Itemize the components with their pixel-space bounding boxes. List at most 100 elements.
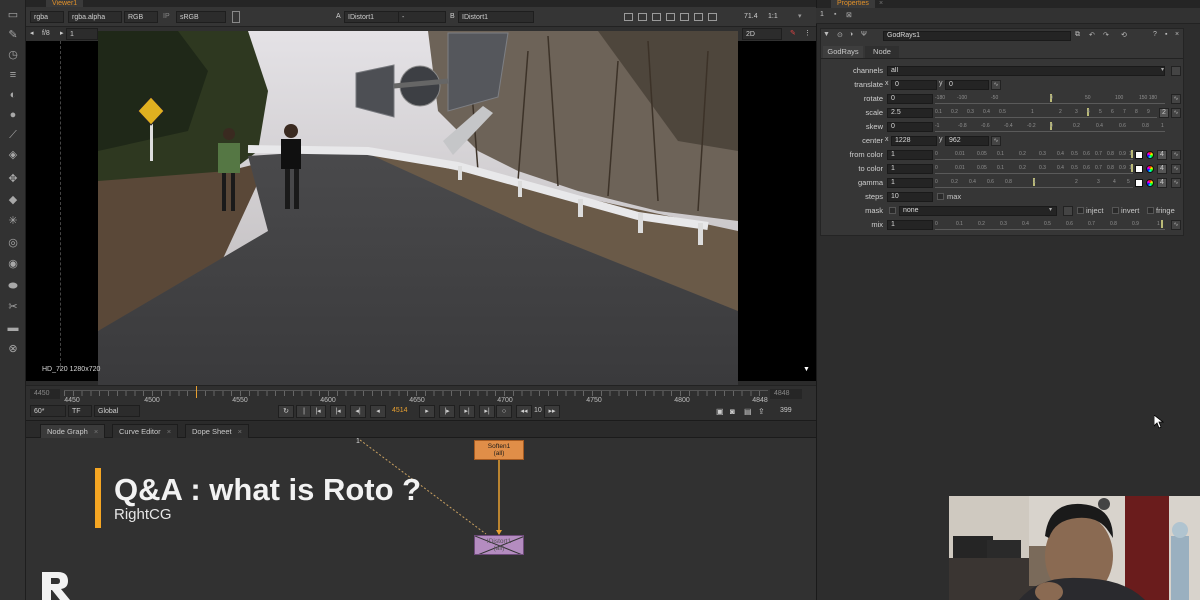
soften-node[interactable]: Soften1 (all) bbox=[474, 440, 524, 460]
image-tool-icon[interactable]: ▭ bbox=[6, 8, 20, 22]
toolsets-tool-icon[interactable]: ✂ bbox=[6, 300, 20, 314]
animation-curve-icon[interactable]: ∿ bbox=[991, 136, 1001, 146]
channels-menu-button[interactable] bbox=[1171, 66, 1181, 76]
next-fstop-icon[interactable]: ▸ bbox=[60, 28, 64, 40]
channel-tool-icon[interactable]: ≡ bbox=[6, 68, 20, 82]
channel-count-button[interactable]: 4 bbox=[1157, 150, 1167, 160]
max-checkbox[interactable] bbox=[937, 193, 944, 200]
gamma-slider[interactable]: 0 0.2 0.4 0.6 0.8 1 2 3 4 5 bbox=[935, 178, 1133, 188]
first-frame-icon[interactable]: |◂ bbox=[310, 405, 326, 418]
current-frame[interactable]: 4514 bbox=[392, 407, 408, 414]
inject-checkbox[interactable] bbox=[1077, 207, 1084, 214]
step-back-icon[interactable]: ◂◂ bbox=[516, 405, 532, 418]
fringe-checkbox[interactable] bbox=[1147, 207, 1154, 214]
idistort-node[interactable]: IDistort1 (all) bbox=[474, 535, 524, 555]
undo-icon[interactable]: ↶ bbox=[1089, 31, 1095, 39]
playhead[interactable] bbox=[196, 386, 197, 398]
play-reverse-icon[interactable]: ◂ bbox=[370, 405, 386, 418]
animation-curve-icon[interactable]: ∿ bbox=[1171, 178, 1181, 188]
fstop-value[interactable]: f/8 bbox=[42, 28, 50, 40]
close-icon[interactable]: × bbox=[238, 427, 242, 436]
other-tool-icon[interactable]: ▬ bbox=[6, 321, 20, 335]
close-icon[interactable]: × bbox=[94, 427, 98, 436]
skew-slider[interactable]: -1 -0.8 -0.6 -0.4 -0.2 0 0.2 0.4 0.6 0.8… bbox=[935, 122, 1165, 132]
scale-field[interactable]: 2.5 bbox=[887, 108, 933, 118]
prev-frame-icon[interactable]: ◂| bbox=[350, 405, 366, 418]
settings-icon[interactable]: ▾ bbox=[798, 11, 802, 23]
channels-dropdown[interactable]: rgba bbox=[30, 11, 64, 23]
furnace-tool-icon[interactable]: ⊗ bbox=[6, 342, 20, 356]
mask-dropdown[interactable]: none bbox=[899, 206, 1057, 216]
tab-dope-sheet[interactable]: Dope Sheet × bbox=[185, 424, 250, 438]
zoom-value[interactable]: 71.4 bbox=[744, 11, 758, 23]
scale-slider[interactable]: 0.1 0.2 0.3 0.4 0.5 1 2 3 4 5 6 7 8 9 bbox=[935, 108, 1157, 118]
deep-tool-icon[interactable]: ◎ bbox=[6, 236, 20, 250]
frame-field[interactable]: 1 bbox=[66, 28, 98, 40]
capture-icon[interactable]: ◙ bbox=[730, 407, 735, 416]
rotate-field[interactable]: 0 bbox=[887, 94, 933, 104]
tab-godrays[interactable]: GodRays bbox=[823, 46, 863, 58]
scope-dropdown[interactable]: Global bbox=[94, 405, 140, 417]
node-name-field[interactable]: GodRays1 bbox=[883, 31, 1071, 41]
clip-warning-icon[interactable] bbox=[666, 13, 675, 21]
viewer-toggle-icon[interactable]: ◑ bbox=[849, 31, 853, 38]
out-point-icon[interactable]: ○ bbox=[496, 405, 512, 418]
lock-panel-icon[interactable]: ▪ bbox=[834, 11, 836, 18]
view-mode-dropdown[interactable]: 2D bbox=[742, 28, 782, 40]
end-frame-field[interactable]: 399 bbox=[780, 407, 792, 414]
mask-checkbox[interactable] bbox=[889, 207, 896, 214]
tab-node[interactable]: Node bbox=[865, 46, 899, 58]
from-color-slider[interactable]: 0 0.01 0.05 0.1 0.2 0.3 0.4 0.5 0.6 0.7 … bbox=[935, 150, 1133, 160]
timeline-ruler[interactable] bbox=[64, 390, 768, 396]
expand-icon[interactable]: ⋮ bbox=[804, 28, 811, 40]
next-key-icon[interactable]: ▸| bbox=[459, 405, 475, 418]
center-x-field[interactable]: 1228 bbox=[891, 136, 937, 146]
animation-curve-icon[interactable]: ∿ bbox=[1171, 164, 1181, 174]
channel-count-button[interactable]: 4 bbox=[1157, 164, 1167, 174]
gamma-swatch[interactable] bbox=[1135, 179, 1143, 187]
from-color-field[interactable]: 1 bbox=[887, 150, 933, 160]
colorspace-dropdown[interactable]: RGB bbox=[124, 11, 158, 23]
flipbook-icon[interactable]: ▣ bbox=[716, 407, 724, 416]
timeline-end-field[interactable]: 4848 bbox=[770, 389, 802, 399]
input-b-dropdown[interactable]: IDistort1 bbox=[458, 11, 534, 23]
filter-tool-icon[interactable]: ● bbox=[6, 108, 20, 122]
timeline-start-field[interactable]: 4450 bbox=[30, 389, 60, 399]
redo-icon[interactable]: ↷ bbox=[1103, 31, 1109, 39]
close-icon[interactable]: × bbox=[167, 427, 171, 436]
help-node-icon[interactable]: Ψ bbox=[861, 31, 867, 38]
translate-x-field[interactable]: 0 bbox=[891, 80, 937, 90]
skew-field[interactable]: 0 bbox=[887, 122, 933, 132]
float-icon[interactable]: ▪ bbox=[1165, 31, 1167, 38]
refresh-icon[interactable] bbox=[680, 13, 689, 21]
color-wheel-icon[interactable] bbox=[1146, 165, 1154, 173]
loop-icon[interactable]: ↻ bbox=[278, 405, 294, 418]
time-tool-icon[interactable]: ◷ bbox=[6, 48, 20, 62]
color-tool-icon[interactable]: ◐ bbox=[6, 88, 20, 102]
properties-tab[interactable]: Properties bbox=[831, 0, 875, 8]
prev-key-icon[interactable]: |◂ bbox=[330, 405, 346, 418]
metadata-tool-icon[interactable]: ⬬ bbox=[6, 279, 20, 293]
gain-icon[interactable] bbox=[232, 11, 240, 23]
mix-slider[interactable]: 0 0.1 0.2 0.3 0.4 0.5 0.6 0.7 0.8 0.9 1 bbox=[935, 220, 1165, 230]
animation-curve-icon[interactable]: ∿ bbox=[1171, 94, 1181, 104]
close-icon[interactable]: × bbox=[879, 0, 883, 7]
merge-tool-icon[interactable]: ◈ bbox=[6, 148, 20, 162]
lut-dropdown[interactable]: sRGB bbox=[176, 11, 226, 23]
help-icon[interactable]: ? bbox=[1153, 31, 1157, 38]
mix-slider-knob[interactable] bbox=[1161, 220, 1163, 228]
color-wheel-icon[interactable] bbox=[1146, 151, 1154, 159]
tab-node-graph[interactable]: Node Graph × bbox=[40, 424, 106, 438]
animation-curve-icon[interactable]: ∿ bbox=[1171, 108, 1181, 118]
ip-toggle[interactable]: IP bbox=[163, 11, 170, 23]
next-frame-icon[interactable]: |▸ bbox=[439, 405, 455, 418]
3d-tool-icon[interactable]: ◆ bbox=[6, 193, 20, 207]
mask-menu-button[interactable] bbox=[1063, 206, 1073, 216]
lock-icon[interactable] bbox=[694, 13, 703, 21]
fps-dropdown[interactable]: 60* bbox=[30, 405, 66, 417]
paint-icon[interactable]: ✎ bbox=[790, 28, 796, 40]
color-wheel-icon[interactable] bbox=[1146, 179, 1154, 187]
channel-count-button[interactable]: 4 bbox=[1157, 178, 1167, 188]
center-y-field[interactable]: 962 bbox=[945, 136, 989, 146]
float-panel-icon[interactable]: ⧉ bbox=[1075, 31, 1080, 39]
